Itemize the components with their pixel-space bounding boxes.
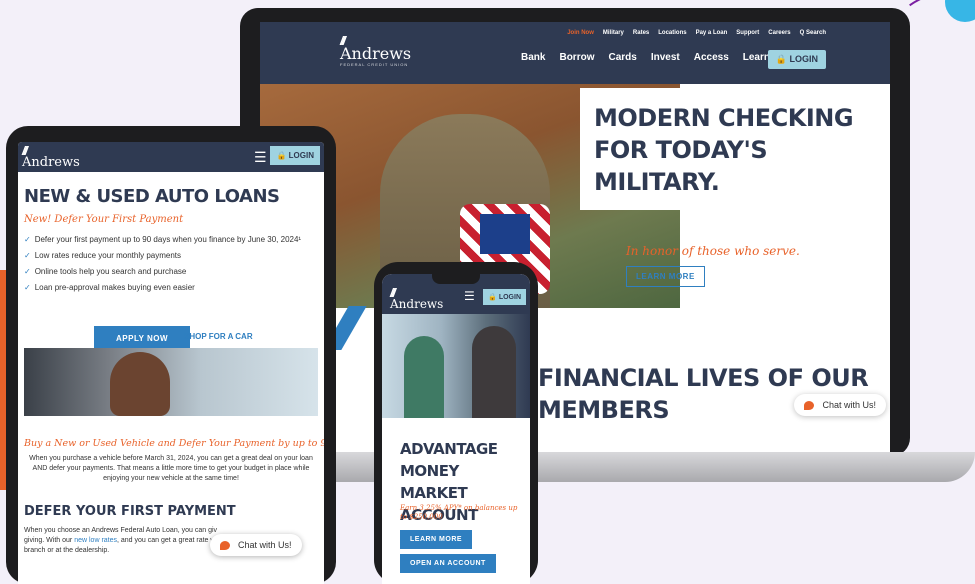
flag-canton [480, 214, 530, 254]
tablet-screen: /// Andrews ☰ 🔒 LOGIN NEW & USED AUTO LO… [18, 142, 324, 584]
nav-careers[interactable]: Careers [768, 30, 790, 36]
chat-label: Chat with Us! [822, 400, 876, 410]
phone-notch [432, 274, 480, 284]
page-subtitle: New! Defer Your First Payment [24, 214, 184, 225]
product-title-line: ADVANTAGE [400, 440, 498, 458]
laptop-screen: /// Andrews FEDERAL CREDIT UNION Join No… [260, 22, 890, 456]
nav-rates[interactable]: Rates [633, 30, 649, 36]
promo-heading: Buy a New or Used Vehicle and Defer Your… [24, 438, 324, 449]
nav-access[interactable]: Access [694, 52, 729, 63]
laptop-nav: /// Andrews FEDERAL CREDIT UNION Join No… [260, 22, 890, 84]
headline-line: MODERN CHECKING [594, 104, 854, 132]
hero-headline: MODERN CHECKING FOR TODAY'S MILITARY. [580, 88, 880, 210]
headline-line: FOR TODAY'S [594, 136, 768, 164]
open-account-button[interactable]: OPEN AN ACCOUNT [400, 554, 496, 573]
low-rates-link[interactable]: new low rates [74, 537, 117, 544]
learn-more-button[interactable]: LEARN MORE [626, 266, 705, 287]
nav-support[interactable]: Support [736, 30, 759, 36]
brand-subtitle: FEDERAL CREDIT UNION [340, 62, 409, 67]
list-item: ✓ Online tools help you search and purcha… [24, 264, 301, 280]
person-figure [404, 336, 444, 418]
defer-text: , and you can get a great rate wh [117, 537, 220, 544]
honor-tagline: In honor of those who serve. [626, 244, 800, 258]
product-title-line: MONEY MARKET [400, 462, 468, 502]
person-figure [472, 326, 516, 418]
check-icon: ✓ [24, 251, 31, 260]
defer-heading: DEFER YOUR FIRST PAYMENT [24, 504, 236, 519]
lock-icon: 🔒 [775, 54, 787, 64]
list-item: ✓ Defer your first payment up to 90 days … [24, 232, 301, 248]
utility-nav: Join Now Military Rates Locations Pay a … [567, 30, 826, 36]
chat-icon [804, 400, 815, 410]
check-icon: ✓ [24, 235, 31, 244]
nav-bank[interactable]: Bank [521, 52, 545, 63]
driver-figure [110, 352, 170, 416]
check-icon: ✓ [24, 283, 31, 292]
tablet-frame: /// Andrews ☰ 🔒 LOGIN NEW & USED AUTO LO… [6, 126, 336, 584]
list-item-text: Online tools help you search and purchas… [34, 267, 187, 276]
brand-logo[interactable]: /// Andrews [390, 287, 444, 311]
tablet-nav: /// Andrews ☰ 🔒 LOGIN [18, 142, 324, 172]
list-item-text: Loan pre-approval makes buying even easi… [34, 283, 195, 292]
brand-name: Andrews [340, 44, 412, 63]
login-button[interactable]: 🔒 LOGIN [767, 50, 826, 69]
learn-more-button[interactable]: LEARN MORE [400, 530, 473, 549]
page-title: NEW & USED AUTO LOANS [24, 186, 280, 207]
stage: /// Andrews FEDERAL CREDIT UNION Join No… [0, 0, 975, 584]
rate-text: Earn 3.25% APY* on balances up to $250,0… [400, 504, 518, 521]
nav-locations[interactable]: Locations [658, 30, 686, 36]
defer-text: giving. With our [24, 537, 73, 544]
defer-text: When you choose an Andrews Federal Auto … [24, 527, 218, 534]
brand-logo[interactable]: /// Andrews FEDERAL CREDIT UNION [340, 35, 412, 67]
benefit-list: ✓ Defer your first payment up to 90 days … [24, 232, 301, 296]
login-label: LOGIN [498, 294, 521, 301]
brand-name: Andrews [390, 297, 444, 311]
main-nav: Bank Borrow Cards Invest Access Learn [521, 52, 770, 63]
laptop-frame: /// Andrews FEDERAL CREDIT UNION Join No… [240, 8, 910, 456]
list-item: ✓ Low rates reduce your monthly payments [24, 248, 301, 264]
menu-icon[interactable]: ☰ [464, 289, 475, 303]
car-photo [24, 348, 318, 416]
check-icon: ✓ [24, 267, 31, 276]
brand-name: Andrews [22, 155, 80, 170]
nav-cards[interactable]: Cards [608, 52, 636, 63]
promo-body: When you purchase a vehicle before March… [29, 455, 313, 482]
phone-frame: /// Andrews ☰ 🔒 LOGIN ADVANTAGE MONEY MA… [374, 262, 538, 584]
list-item: ✓ Loan pre-approval makes buying even eas… [24, 280, 301, 296]
list-item-text: Low rates reduce your monthly payments [34, 251, 181, 260]
nav-borrow[interactable]: Borrow [559, 52, 594, 63]
shop-car-link[interactable]: SHOP FOR A CAR [184, 332, 253, 341]
menu-icon[interactable]: ☰ [254, 149, 267, 166]
headline-line: MILITARY. [594, 168, 720, 196]
chat-button[interactable]: Chat with Us! [210, 534, 302, 556]
nav-search[interactable]: Q Search [800, 30, 826, 36]
login-button[interactable]: 🔒 LOGIN [483, 289, 526, 305]
nav-military[interactable]: Military [603, 30, 624, 36]
chat-button[interactable]: Chat with Us! [794, 394, 886, 416]
nav-invest[interactable]: Invest [651, 52, 680, 63]
nav-pay-loan[interactable]: Pay a Loan [696, 30, 728, 36]
lock-icon: 🔒 [488, 294, 497, 301]
list-item-text: Defer your first payment up to 90 days w… [34, 235, 302, 244]
section-heading-line: FINANCIAL LIVES OF OUR [538, 364, 869, 392]
chat-label: Chat with Us! [238, 540, 292, 550]
login-label: LOGIN [288, 151, 314, 160]
login-button[interactable]: 🔒 LOGIN [270, 146, 320, 165]
nav-learn[interactable]: Learn [743, 52, 770, 63]
nav-join-now[interactable]: Join Now [567, 30, 594, 36]
handshake-photo [382, 314, 530, 418]
brand-logo[interactable]: /// Andrews [22, 145, 80, 170]
defer-text: branch or at the dealership. [24, 547, 110, 554]
chat-icon [220, 540, 230, 550]
phone-screen: /// Andrews ☰ 🔒 LOGIN ADVANTAGE MONEY MA… [382, 274, 530, 584]
login-label: LOGIN [789, 54, 819, 64]
lock-icon: 🔒 [276, 151, 287, 160]
